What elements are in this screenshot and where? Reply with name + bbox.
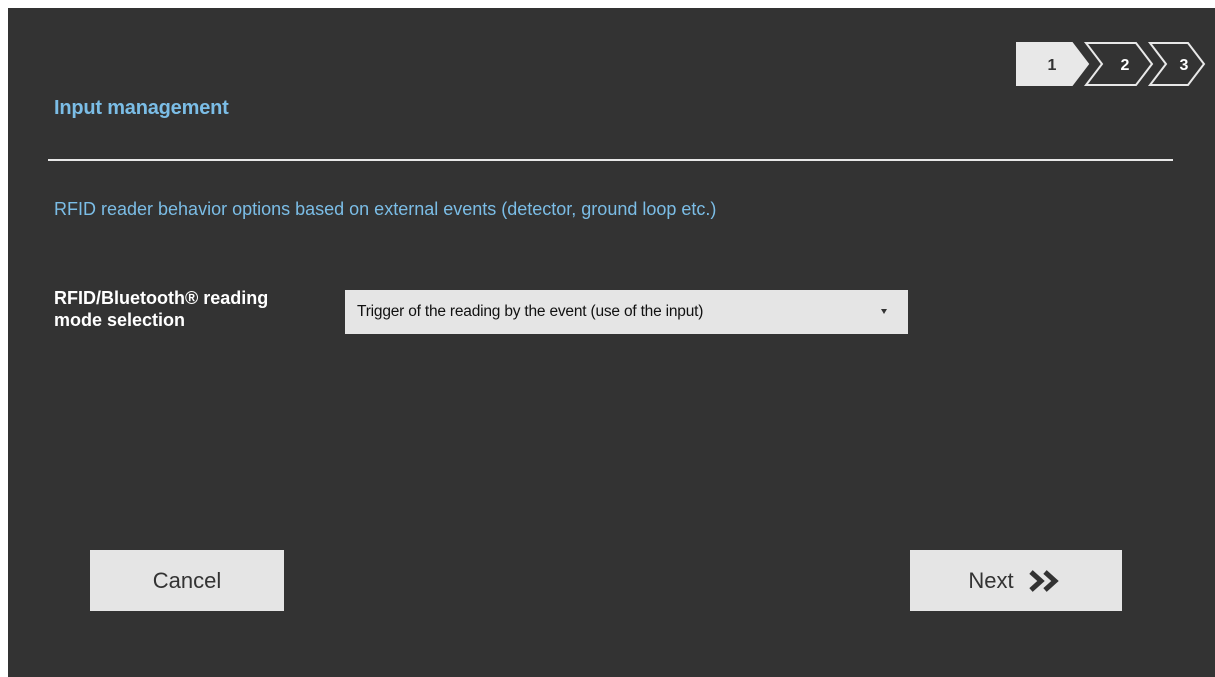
double-chevron-right-icon [1028,569,1059,592]
cancel-button-label: Cancel [152,567,222,593]
step-2-label: 2 [1121,57,1130,74]
step-3[interactable]: 3 [1147,42,1206,86]
reading-mode-select[interactable]: Trigger of the reading by the event (use… [345,290,908,334]
page-title: Input management [54,97,229,119]
step-1-label: 1 [1048,57,1057,74]
step-3-label: 3 [1180,57,1189,74]
reading-mode-label-line1: RFID/Bluetooth® reading [54,288,269,308]
reading-mode-selected-value: Trigger of the reading by the event (use… [357,303,704,320]
header-divider [48,159,1173,161]
wizard-dialog: 1 2 3 Input management RFID reader behav… [8,8,1215,677]
step-1[interactable]: 1 [1016,42,1090,86]
step-2[interactable]: 2 [1083,42,1154,86]
section-description: RFID reader behavior options based on ex… [54,199,717,219]
reading-mode-label-line2: mode selection [54,310,186,330]
step-indicator: 1 2 3 [1016,35,1206,93]
next-button[interactable]: Next [910,550,1122,611]
cancel-button[interactable]: Cancel [90,550,284,611]
next-button-label: Next [968,567,1014,593]
dropdown-arrow-icon [881,309,887,314]
reading-mode-label: RFID/Bluetooth® reading mode selection [54,287,344,331]
